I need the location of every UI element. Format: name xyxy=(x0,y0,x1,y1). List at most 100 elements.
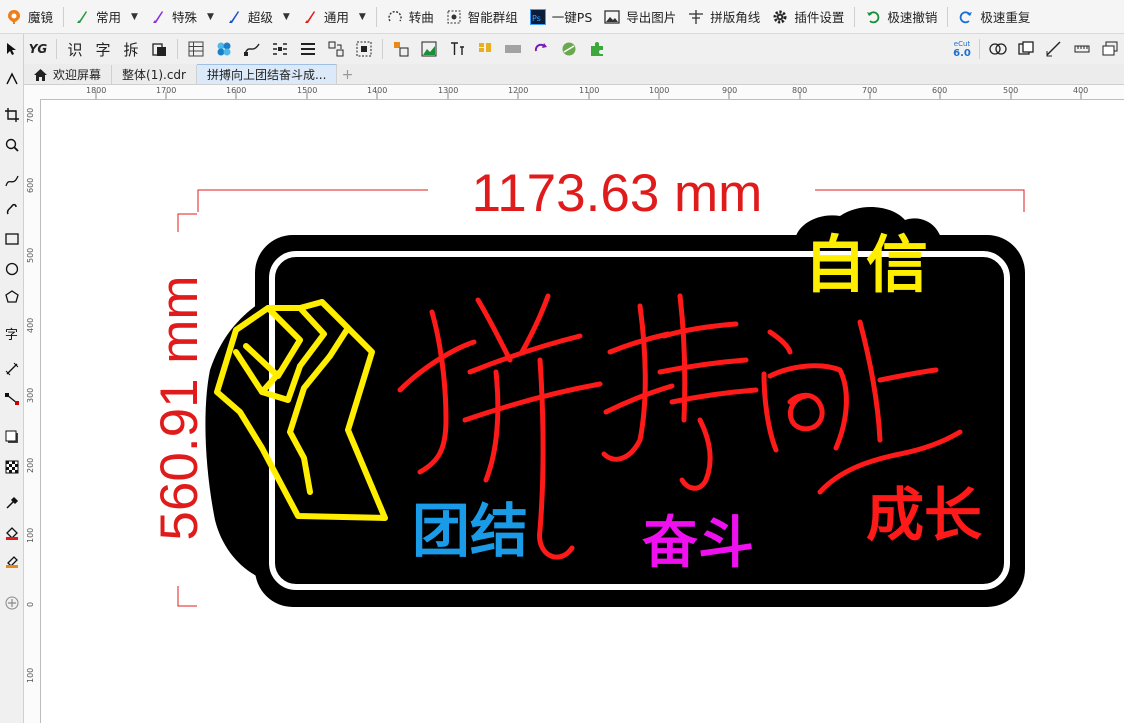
smart-group-icon xyxy=(446,9,462,25)
menu-special-label: 特殊 xyxy=(171,10,197,25)
ecut-button[interactable]: eCut 6.0 xyxy=(950,36,974,62)
menu-general[interactable]: 通用 ▼ xyxy=(296,0,372,33)
fast-undo-label: 极速撤销 xyxy=(887,10,938,25)
word-growth: 成长 xyxy=(866,481,982,549)
fast-redo-button[interactable]: 极速重复 xyxy=(952,0,1036,33)
fast-redo-label: 极速重复 xyxy=(980,10,1031,25)
place-icon[interactable] xyxy=(388,36,414,62)
chevron-down-icon: ▼ xyxy=(358,11,366,22)
vertical-ruler[interactable]: 700 600 500 400 300 200 100 0 100 xyxy=(24,99,41,723)
break-apart-button[interactable]: 拆 xyxy=(118,36,144,62)
add-tool-icon[interactable] xyxy=(0,592,23,614)
eyedropper-tool-icon[interactable] xyxy=(0,492,23,514)
paste-icon[interactable] xyxy=(146,36,172,62)
menu-common[interactable]: 常用 ▼ xyxy=(68,0,144,33)
sphere-icon[interactable] xyxy=(556,36,582,62)
image-export-icon xyxy=(604,9,620,25)
align-lines-icon[interactable] xyxy=(295,36,321,62)
ruler-label: 500 xyxy=(26,247,35,263)
text-fit-icon[interactable] xyxy=(444,36,470,62)
one-click-ps-label: 一键PS xyxy=(551,10,593,25)
clone-page-icon[interactable] xyxy=(1013,36,1039,62)
interactive-fill-tool-icon[interactable] xyxy=(0,522,23,544)
rotate-arrow-icon[interactable] xyxy=(528,36,554,62)
yg-logo-button[interactable]: YG xyxy=(25,36,51,62)
plugin-settings-button[interactable]: 插件设置 xyxy=(766,0,850,33)
crop-marks-button[interactable]: 拼版角线 xyxy=(682,0,766,33)
tab-document-1[interactable]: 整体(1).cdr xyxy=(112,65,197,84)
recognize-text-button[interactable]: 识 xyxy=(62,36,88,62)
smart-group-button[interactable]: 智能群组 xyxy=(440,0,524,33)
ruler-label: 1300 xyxy=(438,86,459,95)
artistic-media-tool-icon[interactable] xyxy=(0,198,23,220)
menu-special[interactable]: 特殊 ▼ xyxy=(144,0,220,33)
ruler-label: 1200 xyxy=(508,86,529,95)
shape-tool-icon[interactable] xyxy=(0,68,23,90)
group-select-icon[interactable] xyxy=(351,36,377,62)
table-icon[interactable] xyxy=(183,36,209,62)
weld-shapes-icon[interactable] xyxy=(985,36,1011,62)
recognize-text-label: 识 xyxy=(67,40,83,59)
rectangle-tool-icon[interactable] xyxy=(0,228,23,250)
menu-general-label: 通用 xyxy=(323,10,349,25)
ruler-label: 500 xyxy=(1003,86,1019,95)
polygon-tool-icon[interactable] xyxy=(0,286,23,308)
ruler-label: 700 xyxy=(862,86,878,95)
puzzle-icon[interactable] xyxy=(584,36,610,62)
layers-icon[interactable] xyxy=(1097,36,1123,62)
app-menu-button[interactable]: 魔镜 xyxy=(0,0,59,33)
add-tab-icon[interactable]: + xyxy=(337,65,357,84)
toolbox: 字 xyxy=(0,34,24,723)
connector-tool-icon[interactable] xyxy=(0,388,23,410)
magic-mirror-icon xyxy=(6,9,22,25)
distribute-icon[interactable] xyxy=(267,36,293,62)
drawing-canvas[interactable]: 1173.63 mm 560.91 mm 自信 团结 奋斗 成长 xyxy=(41,100,1124,723)
chevron-down-icon: ▼ xyxy=(206,11,214,22)
one-click-ps-button[interactable]: Ps 一键PS xyxy=(524,0,598,33)
barcode-icon[interactable] xyxy=(500,36,526,62)
toolbar-divider xyxy=(56,39,57,59)
ruler-label: 700 xyxy=(26,107,35,123)
ruler-label: 400 xyxy=(1073,86,1089,95)
convert-curve-icon xyxy=(387,9,403,25)
crop-tool-icon[interactable] xyxy=(0,104,23,126)
menu-super[interactable]: 超级 ▼ xyxy=(220,0,296,33)
export-image-label: 导出图片 xyxy=(626,10,677,25)
tab-document-active-label: 拼搏向上团结奋斗成... xyxy=(206,68,327,82)
curve-edit-icon[interactable] xyxy=(239,36,265,62)
ruler-label: 1100 xyxy=(579,86,600,95)
arrange-icon[interactable] xyxy=(323,36,349,62)
zoom-tool-icon[interactable] xyxy=(0,134,23,156)
ruler-label: 400 xyxy=(26,317,35,333)
break-apart-label: 拆 xyxy=(123,40,139,59)
tab-welcome[interactable]: 欢迎屏幕 xyxy=(24,65,113,84)
neon-sign-artwork[interactable]: 1173.63 mm 560.91 mm 自信 团结 奋斗 成长 xyxy=(41,100,1124,723)
stack-icon[interactable] xyxy=(472,36,498,62)
convert-curves-button[interactable]: 转曲 xyxy=(381,0,440,33)
pattern-icon[interactable] xyxy=(211,36,237,62)
tab-document-active[interactable]: 拼搏向上团结奋斗成... xyxy=(196,64,338,84)
frame-image-icon[interactable] xyxy=(416,36,442,62)
export-image-button[interactable]: 导出图片 xyxy=(598,0,682,33)
smart-fill-tool-icon[interactable] xyxy=(0,550,23,572)
ruler-label: 1400 xyxy=(367,86,388,95)
fast-undo-button[interactable]: 极速撤销 xyxy=(859,0,943,33)
purple-pen-icon xyxy=(150,9,166,25)
photoshop-icon: Ps xyxy=(529,8,546,25)
ellipse-tool-icon[interactable] xyxy=(0,258,23,280)
measure-icon[interactable] xyxy=(1041,36,1067,62)
dimension-tool-icon[interactable] xyxy=(0,358,23,380)
redo-icon xyxy=(958,9,974,25)
home-icon xyxy=(34,68,47,81)
svg-text:Ps: Ps xyxy=(532,14,541,23)
horizontal-ruler[interactable]: 1800 1700 1600 1500 1400 1300 1200 1100 … xyxy=(24,85,1124,100)
ruler-tool-icon[interactable] xyxy=(1069,36,1095,62)
text-tool-icon[interactable]: 字 xyxy=(0,322,23,344)
drop-shadow-tool-icon[interactable] xyxy=(0,426,23,448)
character-label: 字 xyxy=(95,40,111,59)
freehand-tool-icon[interactable] xyxy=(0,170,23,192)
transparency-tool-icon[interactable] xyxy=(0,456,23,478)
pick-tool-icon[interactable] xyxy=(0,38,23,60)
menubar-divider xyxy=(63,6,65,27)
character-button[interactable]: 字 xyxy=(90,36,116,62)
